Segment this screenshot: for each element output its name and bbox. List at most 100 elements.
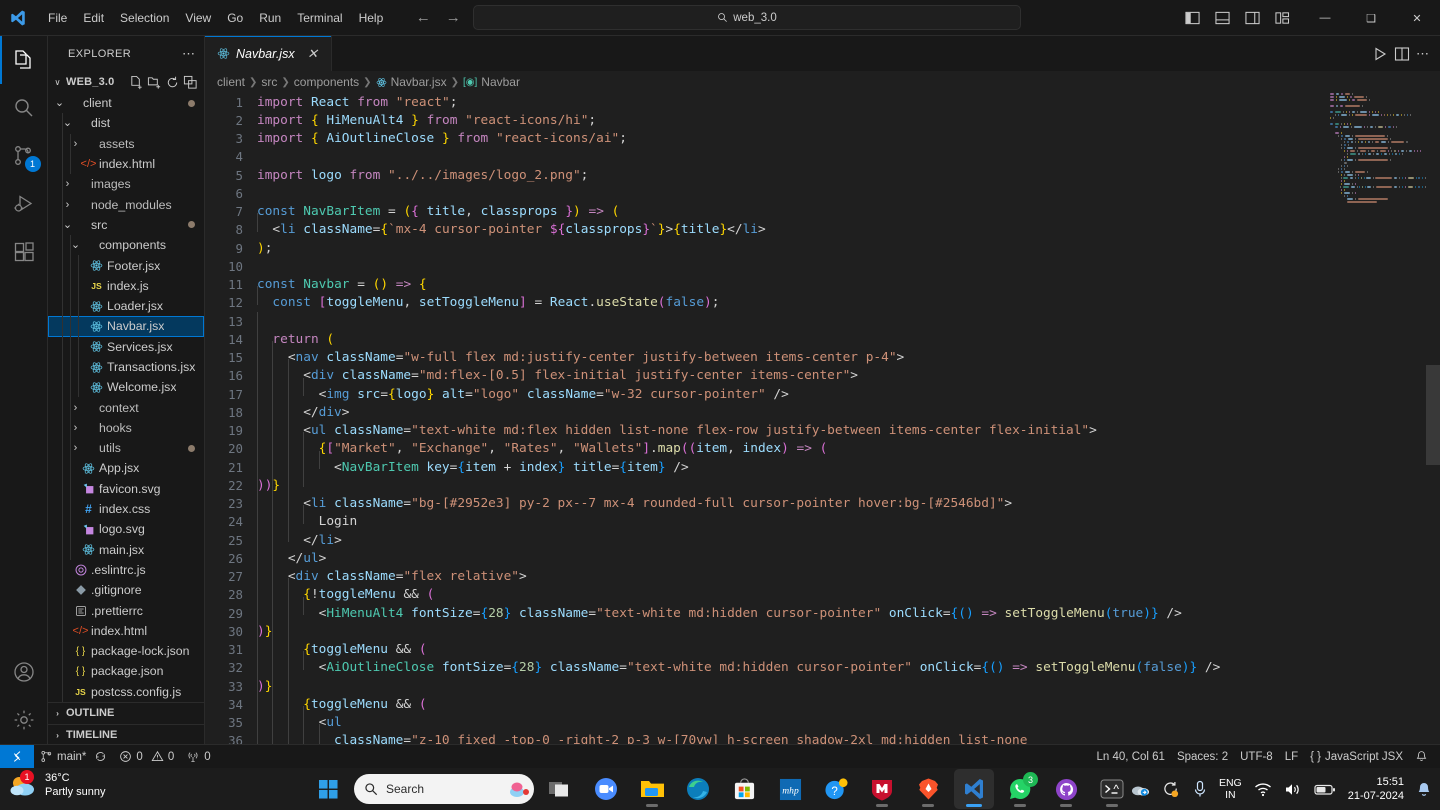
taskbar-app-visual-studio-code[interactable] [954,769,994,809]
code-line[interactable]: 2 import { HiMenuAlt4 } from "react-icons… [205,111,1440,129]
microphone-icon[interactable] [1193,780,1207,798]
code-line[interactable]: 33)} [205,669,1440,695]
menu-go[interactable]: Go [219,6,251,30]
code-line[interactable]: 34 {toggleMenu && ( [205,687,1440,713]
code-line[interactable]: 32 <AiOutlineClose fontSize = {28} classNa… [205,651,1440,677]
maximize-button[interactable]: ❑ [1348,0,1394,36]
taskbar-app-mhp[interactable]: mhp [770,769,810,809]
taskbar-app-task-view[interactable] [540,769,580,809]
breadcrumb[interactable]: client ❯ src ❯ components ❯ Navbar.jsx ❯… [205,71,1440,93]
refresh-icon[interactable] [165,75,180,90]
code-line[interactable]: 9); [205,239,1440,257]
activity-settings[interactable] [0,696,48,744]
chevron-down-icon[interactable]: ∨ [52,77,63,88]
onedrive-icon[interactable] [1131,782,1150,797]
code-line[interactable]: 13 [205,312,1440,331]
minimize-button[interactable]: — [1302,0,1348,36]
tab-close-icon[interactable]: ✕ [305,46,321,62]
code-line[interactable]: 19 <ul className="text-white md:flex hid… [205,414,1440,440]
branch-status[interactable]: main* [34,745,113,769]
code-line[interactable]: 5 import logo from "../../images/logo_2.p… [205,166,1440,184]
ellipsis-icon[interactable]: ⋯ [182,46,196,62]
taskbar-app-github-desktop[interactable] [1046,769,1086,809]
new-file-icon[interactable] [129,75,144,90]
code-line[interactable]: 18 </div> [205,395,1440,421]
taskbar-app-microsoft-store[interactable] [724,769,764,809]
tree-item-footer-jsx[interactable]: Footer.jsx [48,255,204,276]
code-line[interactable]: 28 {!toggleMenu && ( [205,578,1440,604]
timeline-panel-header[interactable]: › TIMELINE [48,723,204,744]
tree-item-services-jsx[interactable]: Services.jsx [48,336,204,357]
code-line[interactable]: 10 [205,257,1440,275]
breadcrumb-file[interactable]: Navbar.jsx [391,75,447,89]
taskbar-search[interactable]: Search [354,774,534,804]
code-line[interactable]: 1 import React from "react"; [205,93,1440,111]
menu-run[interactable]: Run [251,6,289,30]
code-lines[interactable]: 1 import React from "react"; 2 import { HiM… [205,93,1440,744]
tree-item-hooks[interactable]: › hooks [48,417,204,439]
menu-bar[interactable]: File Edit Selection View Go Run Terminal… [40,6,391,30]
code-line[interactable]: 6 [205,184,1440,202]
breadcrumb-components[interactable]: components [294,75,359,89]
code-line[interactable]: 8 <li className={`mx-4 cursor-pointer ${… [205,213,1440,239]
activity-search[interactable] [0,84,48,132]
code-line[interactable]: 17 <img src={logo} alt="logo" className=… [205,377,1440,403]
taskbar-app-quick-assist[interactable]: ? [816,769,856,809]
code-line[interactable]: 15 <nav className="w-full flex md:justif… [205,341,1440,367]
scrollbar-thumb[interactable] [1426,365,1440,465]
code-line[interactable]: 16 <div className="md:flex-[0.5] flex-in… [205,359,1440,385]
tree-item--prettierrc[interactable]: .prettierrc [48,600,204,621]
indentation-status[interactable]: Spaces: 2 [1171,745,1234,769]
bell-icon[interactable] [1416,781,1432,798]
tree-item-index-js[interactable]: JS index.js [48,275,204,296]
code-line[interactable]: 24 Login [205,505,1440,531]
code-line[interactable]: 30)} [205,614,1440,640]
remote-window-button[interactable] [0,744,34,769]
tree-item-images[interactable]: › images [48,174,204,195]
command-center[interactable]: web_3.0 [473,5,1021,30]
tree-item-utils[interactable]: › utils [48,438,204,459]
ports-status[interactable]: 0 [180,745,216,769]
breadcrumb-src[interactable]: src [261,75,277,89]
activity-explorer[interactable] [0,36,48,84]
code-line[interactable]: 25 </li> [205,523,1440,549]
clock[interactable]: 15:51 21-07-2024 [1348,775,1404,803]
code-line[interactable]: 29 <HiMenuAlt4 fontSize={28} className="… [205,596,1440,622]
menu-file[interactable]: File [40,6,75,30]
tree-item-logo-svg[interactable]: logo.svg [48,519,204,540]
windows-start-button[interactable] [308,769,348,809]
more-actions-icon[interactable]: ⋯ [1416,46,1430,62]
tree-item-index-html[interactable]: </> index.html [48,153,204,175]
close-button[interactable]: ✕ [1394,0,1440,36]
activity-accounts[interactable] [0,648,48,696]
breadcrumb-symbol[interactable]: Navbar [481,75,520,89]
tree-item--gitignore[interactable]: .gitignore [48,580,204,601]
tree-item-components[interactable]: ⌄ components [48,235,204,256]
tree-item-transactions-jsx[interactable]: Transactions.jsx [48,356,204,378]
activity-extensions[interactable] [0,228,48,276]
activity-source-control[interactable]: 1 [0,132,48,180]
code-line[interactable]: 20 {["Market", "Exchange", "Rates", "Wal… [205,432,1440,458]
tree-item-package-json[interactable]: { } package.json [48,661,204,682]
menu-help[interactable]: Help [351,6,392,30]
tree-item-node-modules[interactable]: › node_modules [48,194,204,215]
tree-item-package-lock-json[interactable]: { } package-lock.json [48,641,204,662]
battery-icon[interactable] [1314,783,1336,796]
eol-status[interactable]: LF [1279,745,1304,769]
taskbar-app-brave-browser[interactable] [908,769,948,809]
taskbar-app-zoom[interactable] [586,769,626,809]
code-line[interactable]: 27 <div className="flex relative"> [205,560,1440,586]
outline-panel-header[interactable]: › OUTLINE [48,701,204,724]
tree-item-client[interactable]: ⌄ client [48,93,204,113]
new-folder-icon[interactable] [147,75,162,90]
code-editor[interactable]: 1 import React from "react"; 2 import { HiM… [205,93,1440,744]
tree-item-index-html[interactable]: </> index.html [48,620,204,642]
tree-item-context[interactable]: › context [48,397,204,418]
code-line[interactable]: 26 </ul> [205,541,1440,567]
code-line[interactable]: 14 return ( [205,322,1440,348]
toggle-secondary-sidebar-icon[interactable] [1242,8,1262,28]
tree-item-main-jsx[interactable]: main.jsx [48,539,204,560]
code-line[interactable]: 21 <NavBarItem key={item + index} title=… [205,450,1440,476]
wifi-icon[interactable] [1254,782,1272,797]
minimap[interactable] [1330,93,1427,744]
